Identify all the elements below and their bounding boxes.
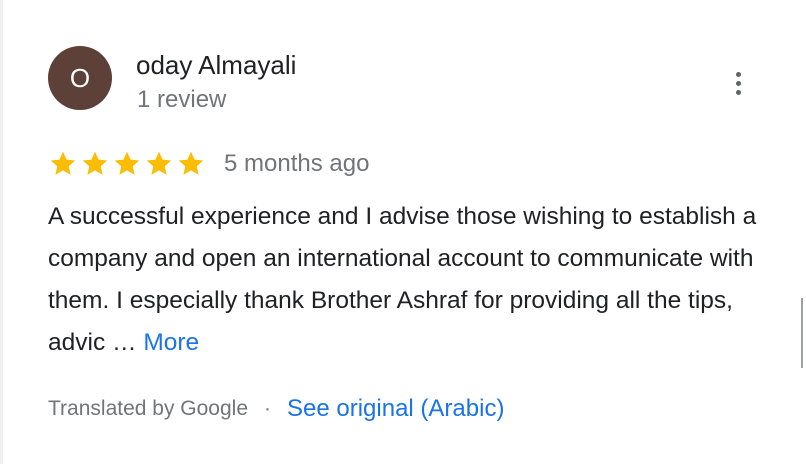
more-options-button[interactable] [724, 66, 752, 100]
more-vert-icon-dot [735, 89, 741, 95]
see-original-link[interactable]: See original (Arabic) [287, 395, 504, 423]
star-icon [144, 149, 174, 179]
rating-row: 5 months ago [48, 146, 369, 182]
star-icon [80, 149, 110, 179]
star-icon [112, 149, 142, 179]
author-name[interactable]: oday Almayali [136, 50, 296, 81]
more-vert-icon [735, 71, 741, 77]
review-count[interactable]: 1 review [137, 86, 226, 114]
avatar[interactable]: O [48, 46, 112, 110]
star-icon [48, 149, 78, 179]
avatar-initial: O [69, 62, 91, 93]
scrollbar-thumb[interactable] [801, 298, 803, 368]
separator-dot: · [264, 397, 272, 420]
review-text: A successful experience and I advise tho… [48, 196, 768, 364]
star-rating [48, 149, 206, 179]
star-icon [176, 149, 206, 179]
more-link[interactable]: More [143, 329, 199, 356]
translated-by-label: Translated by Google [48, 397, 249, 420]
more-vert-icon-dot [735, 80, 741, 86]
translation-row: Translated by Google · See original (Ara… [48, 392, 504, 426]
review-time: 5 months ago [224, 150, 370, 177]
left-panel-edge [0, 0, 3, 464]
